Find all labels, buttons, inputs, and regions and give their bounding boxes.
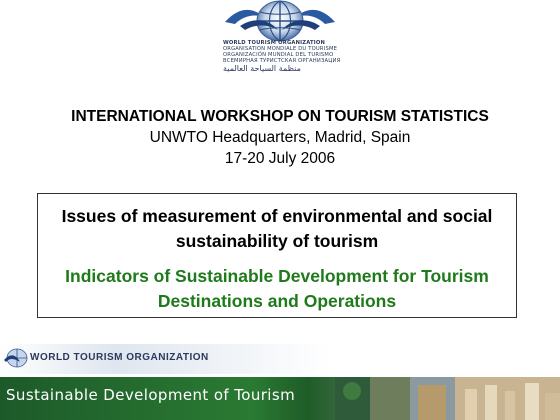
- workshop-location: UNWTO Headquarters, Madrid, Spain: [149, 129, 411, 146]
- footer-org-label: WORLD TOURISM ORGANIZATION: [30, 352, 209, 363]
- presentation-subtitle: Indicators of Sustainable Development fo…: [65, 266, 489, 311]
- globe-logo-icon: [225, 0, 335, 42]
- banner-title: Sustainable Development of Tourism: [6, 386, 296, 404]
- organization-names: WORLD TOURISM ORGANIZATION ORGANISATION …: [223, 40, 363, 73]
- workshop-dates: 17-20 July 2006: [224, 150, 336, 167]
- presentation-main-title: Issues of measurement of environmental a…: [61, 206, 493, 251]
- workshop-info: INTERNATIONAL WORKSHOP ON TOURISM STATIS…: [0, 106, 560, 169]
- bottom-banner: Sustainable Development of Tourism: [0, 377, 560, 420]
- org-name-arabic: منظمة السياحة العالمية: [223, 64, 301, 73]
- workshop-title: INTERNATIONAL WORKSHOP ON TOURISM STATIS…: [71, 108, 489, 125]
- presentation-title-box: Issues of measurement of environmental a…: [37, 193, 517, 318]
